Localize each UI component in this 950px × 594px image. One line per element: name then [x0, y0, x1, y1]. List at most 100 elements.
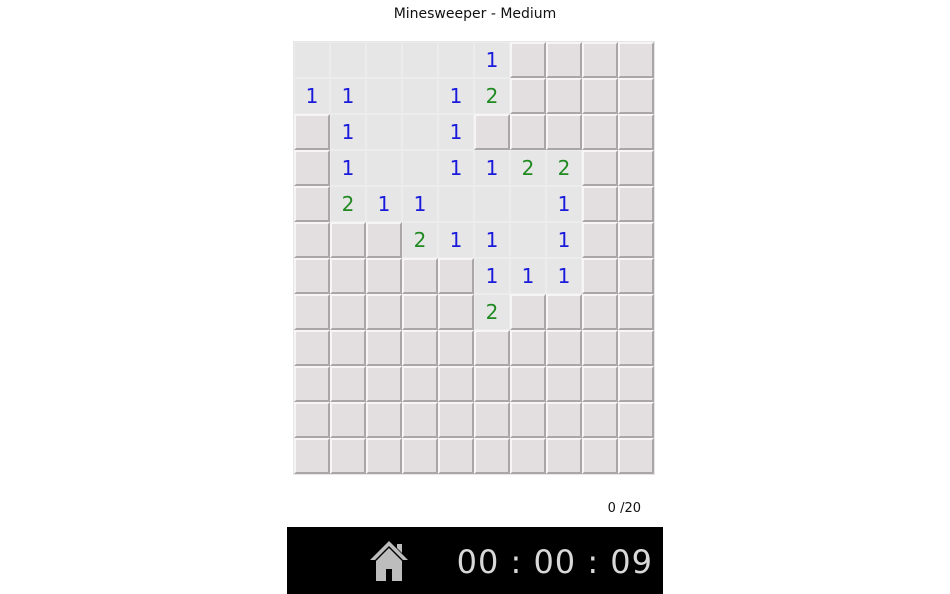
minefield-cell[interactable]	[582, 42, 618, 78]
minefield-cell[interactable]	[546, 294, 582, 330]
adjacent-mine-count: 1	[377, 192, 391, 216]
minefield-cell[interactable]	[582, 150, 618, 186]
minefield-cell[interactable]	[474, 330, 510, 366]
minefield-cell[interactable]	[618, 258, 654, 294]
minefield-cell[interactable]	[474, 438, 510, 474]
minefield-cell[interactable]	[618, 186, 654, 222]
minefield-cell[interactable]	[294, 330, 330, 366]
minefield-cell[interactable]	[366, 294, 402, 330]
minefield-cell[interactable]	[618, 330, 654, 366]
minefield-cell[interactable]	[294, 294, 330, 330]
minefield-cell[interactable]	[294, 438, 330, 474]
minefield-cell[interactable]	[438, 366, 474, 402]
minefield-cell[interactable]	[366, 438, 402, 474]
minefield-cell[interactable]	[582, 402, 618, 438]
minefield-cell[interactable]	[438, 294, 474, 330]
minefield-cell[interactable]	[546, 330, 582, 366]
minefield-cell[interactable]	[510, 366, 546, 402]
minefield-cell[interactable]	[618, 42, 654, 78]
minefield-cell[interactable]	[510, 402, 546, 438]
minefield-cell: 1	[366, 186, 402, 222]
minefield-cell[interactable]	[474, 114, 510, 150]
minefield-cell[interactable]	[582, 330, 618, 366]
minefield-cell	[330, 42, 366, 78]
minefield-cell[interactable]	[582, 114, 618, 150]
adjacent-mine-count: 1	[449, 228, 463, 252]
minefield-cell[interactable]	[546, 114, 582, 150]
adjacent-mine-count: 1	[521, 264, 535, 288]
minefield-cell[interactable]	[330, 438, 366, 474]
adjacent-mine-count: 1	[485, 48, 499, 72]
minefield-cell[interactable]	[294, 258, 330, 294]
minefield-cell[interactable]	[294, 150, 330, 186]
minefield-cell[interactable]	[402, 258, 438, 294]
home-button[interactable]	[369, 539, 409, 583]
minefield-cell[interactable]	[330, 294, 366, 330]
minefield-cell	[402, 78, 438, 114]
minefield-cell[interactable]	[618, 222, 654, 258]
minefield-cell	[438, 186, 474, 222]
minefield-cell[interactable]	[294, 366, 330, 402]
minefield-cell[interactable]	[294, 222, 330, 258]
minefield-cell[interactable]	[402, 294, 438, 330]
minefield-cell[interactable]	[294, 186, 330, 222]
minefield-cell[interactable]	[366, 258, 402, 294]
minefield-cell[interactable]	[618, 402, 654, 438]
minefield-cell: 1	[474, 150, 510, 186]
minefield-cell[interactable]	[330, 330, 366, 366]
minefield-cell[interactable]	[294, 402, 330, 438]
minefield-cell[interactable]	[474, 402, 510, 438]
minefield-cell[interactable]	[582, 186, 618, 222]
minefield-cell[interactable]	[330, 402, 366, 438]
minefield-cell[interactable]	[582, 222, 618, 258]
minefield-cell[interactable]	[330, 222, 366, 258]
minefield-cell[interactable]	[366, 222, 402, 258]
minefield-cell[interactable]	[366, 330, 402, 366]
minefield-cell[interactable]	[402, 330, 438, 366]
minefield-cell[interactable]	[546, 366, 582, 402]
minefield-cell[interactable]	[510, 114, 546, 150]
minefield-cell[interactable]	[618, 114, 654, 150]
minefield-cell: 2	[510, 150, 546, 186]
minefield-cell[interactable]	[438, 438, 474, 474]
minefield-cell[interactable]	[366, 402, 402, 438]
minefield-cell[interactable]	[546, 402, 582, 438]
minefield-cell[interactable]	[582, 438, 618, 474]
minefield-cell[interactable]	[510, 330, 546, 366]
minefield-cell: 2	[546, 150, 582, 186]
minefield-cell[interactable]	[438, 330, 474, 366]
adjacent-mine-count: 2	[521, 156, 535, 180]
minefield-cell[interactable]	[402, 438, 438, 474]
minefield-cell[interactable]	[618, 366, 654, 402]
minefield-cell[interactable]	[330, 366, 366, 402]
minefield-cell[interactable]	[582, 78, 618, 114]
minefield-cell[interactable]	[438, 402, 474, 438]
minefield-cell	[366, 150, 402, 186]
minefield-cell[interactable]	[582, 294, 618, 330]
minefield-cell[interactable]	[474, 366, 510, 402]
minefield-cell[interactable]	[510, 294, 546, 330]
minefield-cell[interactable]	[618, 294, 654, 330]
minefield-cell[interactable]	[546, 78, 582, 114]
minefield-cell[interactable]	[582, 258, 618, 294]
minefield-cell[interactable]	[510, 438, 546, 474]
minefield-cell[interactable]	[330, 258, 366, 294]
minefield-cell[interactable]	[546, 42, 582, 78]
minefield-cell[interactable]	[510, 78, 546, 114]
adjacent-mine-count: 1	[449, 120, 463, 144]
minefield-cell[interactable]	[618, 150, 654, 186]
minefield-cell[interactable]	[510, 42, 546, 78]
minefield-cell[interactable]	[546, 438, 582, 474]
minefield-cell[interactable]	[402, 366, 438, 402]
minefield-cell[interactable]	[438, 258, 474, 294]
page-title: Minesweeper - Medium	[393, 6, 557, 22]
minefield-cell[interactable]	[618, 438, 654, 474]
minefield-cell[interactable]	[402, 402, 438, 438]
minefield-cell[interactable]	[618, 78, 654, 114]
minefield-cell[interactable]	[582, 366, 618, 402]
minefield-cell[interactable]	[366, 366, 402, 402]
minefield-cell: 1	[510, 258, 546, 294]
minefield-cell[interactable]	[294, 114, 330, 150]
minefield-cell: 1	[546, 186, 582, 222]
minefield-cell	[366, 114, 402, 150]
